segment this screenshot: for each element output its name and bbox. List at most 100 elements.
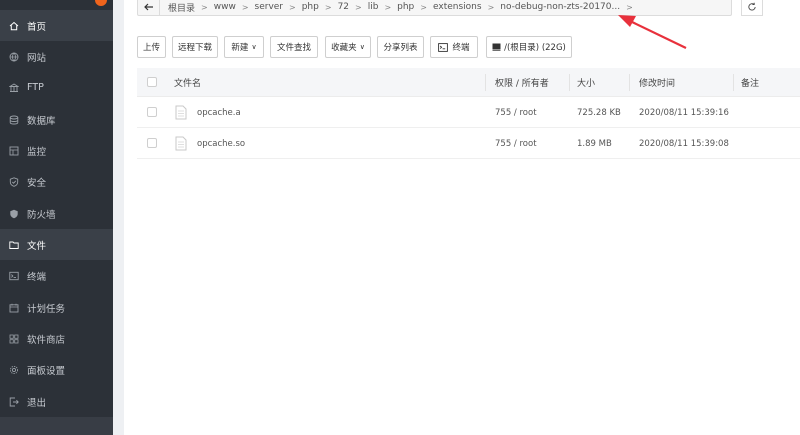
row-checkbox[interactable] (147, 138, 157, 148)
sidebar-item-database[interactable]: 数据库 (0, 104, 113, 135)
sidebar-item-label: 监控 (27, 146, 47, 158)
disk-label: /(根目录) (22G) (504, 43, 566, 53)
terminal-button[interactable]: 终端 (430, 36, 478, 58)
logout-icon (9, 397, 19, 407)
sidebar-item-files[interactable]: 文件 (0, 229, 113, 260)
breadcrumb-item[interactable]: 根目录 (166, 1, 197, 14)
sidebar-item-settings[interactable]: 面板设置 (0, 354, 113, 385)
column-header-name[interactable]: 文件名 (174, 68, 201, 97)
home-icon (9, 21, 19, 31)
file-permission[interactable]: 755 / root (495, 128, 537, 159)
terminal-label: 终端 (452, 43, 470, 53)
chevron-right-icon: > (355, 2, 362, 12)
file-modified: 2020/08/11 15:39:08 (639, 138, 729, 149)
sidebar-item-label: 面板设置 (27, 365, 66, 377)
table-row[interactable]: opcache.so 755 / root 1.89 MB 2020/08/11… (137, 128, 800, 159)
new-label: 新建 (231, 43, 249, 53)
ftp-icon (9, 82, 19, 93)
back-button[interactable] (138, 0, 160, 15)
chevron-down-icon: ∨ (251, 43, 257, 51)
select-all-checkbox[interactable] (147, 77, 157, 87)
disk-button[interactable]: /(根目录) (22G) (486, 36, 572, 58)
file-name[interactable]: opcache.a (197, 97, 241, 128)
new-dropdown[interactable]: 新建 ∨ (224, 36, 264, 58)
share-list-label: 分享列表 (383, 43, 418, 53)
sidebar-item-label: 首页 (27, 21, 47, 33)
firewall-icon (9, 209, 19, 219)
chevron-right-icon: > (626, 2, 633, 12)
column-header-modified[interactable]: 修改时间 (639, 68, 675, 97)
monitor-icon (9, 146, 19, 156)
sidebar-item-label: 软件商店 (27, 334, 66, 346)
notification-badge[interactable] (95, 0, 107, 6)
disk-icon (492, 43, 501, 51)
row-checkbox[interactable] (147, 107, 157, 117)
upload-button[interactable]: 上传 (137, 36, 166, 58)
sidebar-item-logout[interactable]: 退出 (0, 386, 113, 417)
file-icon (175, 136, 187, 151)
column-divider (733, 74, 734, 91)
folder-icon (9, 240, 19, 250)
file-search-button[interactable]: 文件查找 (270, 36, 318, 58)
chevron-right-icon: > (241, 2, 249, 12)
content-gutter (113, 0, 124, 435)
column-header-size[interactable]: 大小 (577, 68, 595, 97)
sidebar-item-firewall[interactable]: 防火墙 (0, 198, 113, 229)
breadcrumb-item[interactable]: extensions (431, 2, 484, 12)
sidebar-header (0, 0, 113, 10)
file-permission[interactable]: 755 / root (495, 97, 537, 128)
file-modified: 2020/08/11 15:39:16 (639, 107, 729, 118)
database-icon (9, 115, 19, 125)
chevron-right-icon: > (487, 2, 495, 12)
sidebar-item-label: 网站 (27, 52, 47, 64)
upload-label: 上传 (142, 43, 160, 53)
sidebar-item-label: 退出 (27, 397, 47, 409)
table-row[interactable]: opcache.a 755 / root 725.28 KB 2020/08/1… (137, 97, 800, 128)
gear-icon (9, 365, 19, 375)
sidebar-item-label: 数据库 (27, 115, 56, 127)
breadcrumb-item[interactable]: 72 (336, 2, 351, 12)
arrow-left-icon (143, 3, 153, 11)
file-name[interactable]: opcache.so (197, 128, 245, 159)
remote-download-button[interactable]: 远程下载 (172, 36, 218, 58)
chevron-right-icon: > (201, 2, 208, 12)
sidebar-item-cron[interactable]: 计划任务 (0, 292, 113, 323)
sidebar-item-store[interactable]: 软件商店 (0, 323, 113, 354)
sidebar-item-home[interactable]: 首页 (0, 10, 113, 41)
sidebar-item-ftp[interactable]: FTP (0, 72, 113, 103)
sidebar-item-website[interactable]: 网站 (0, 41, 113, 72)
sidebar-item-label: 终端 (27, 271, 47, 283)
globe-icon (9, 52, 19, 62)
sidebar-item-label: 文件 (27, 240, 47, 252)
file-search-label: 文件查找 (276, 43, 311, 53)
breadcrumb-item[interactable]: php (300, 2, 321, 12)
grid-icon (9, 334, 19, 344)
column-header-permission[interactable]: 权限 / 所有者 (495, 68, 549, 97)
breadcrumb-item[interactable]: no-debug-non-zts-20170... (498, 2, 622, 12)
chevron-down-icon: ∨ (359, 43, 365, 51)
refresh-icon (748, 2, 756, 11)
path-bar[interactable]: 根目录 > www > server > php > 72 > lib > ph… (137, 0, 732, 16)
chevron-right-icon: > (324, 2, 332, 12)
favorites-dropdown[interactable]: 收藏夹 ∨ (325, 36, 371, 58)
breadcrumb: 根目录 > www > server > php > 72 > lib > ph… (160, 1, 637, 14)
sidebar-item-security[interactable]: 安全 (0, 166, 113, 197)
breadcrumb-item[interactable]: php (395, 2, 416, 12)
chevron-right-icon: > (420, 2, 427, 12)
refresh-button[interactable] (741, 0, 763, 16)
shield-icon (9, 176, 19, 187)
column-divider (629, 74, 630, 91)
breadcrumb-item[interactable]: www (212, 2, 238, 12)
favorites-label: 收藏夹 (331, 43, 357, 53)
terminal-icon (438, 42, 449, 52)
sidebar-item-label: 计划任务 (27, 303, 66, 315)
sidebar-item-label: FTP (27, 82, 44, 93)
file-icon (175, 105, 187, 120)
breadcrumb-item[interactable]: lib (366, 2, 381, 12)
breadcrumb-item[interactable]: server (253, 2, 286, 12)
sidebar-item-terminal[interactable]: 终端 (0, 260, 113, 291)
sidebar: 首页 网站 FTP 数据库 监控 安全 防火墙 文件 终端 计划任务 软件商店 … (0, 0, 113, 435)
sidebar-item-monitor[interactable]: 监控 (0, 135, 113, 166)
share-list-button[interactable]: 分享列表 (377, 36, 424, 58)
column-header-note[interactable]: 备注 (741, 68, 759, 97)
